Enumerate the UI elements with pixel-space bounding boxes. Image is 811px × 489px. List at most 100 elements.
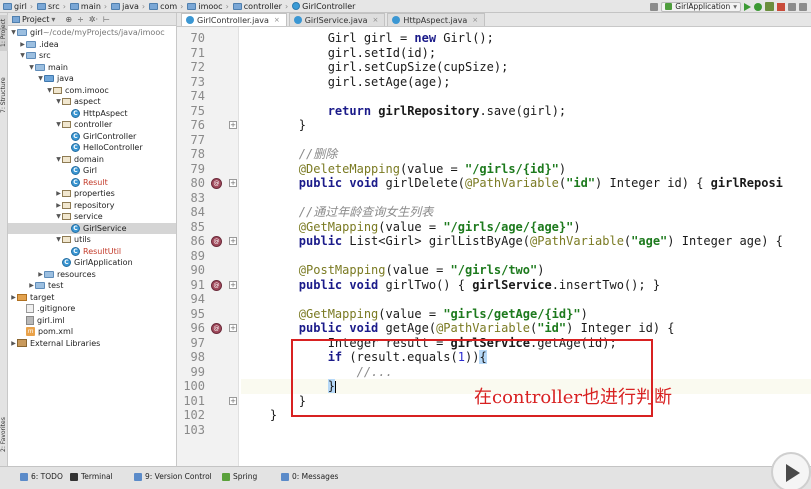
expand-arrow-icon[interactable]: ▼ bbox=[55, 121, 62, 128]
close-icon[interactable]: × bbox=[472, 16, 478, 24]
tree-item[interactable]: ▶ target bbox=[8, 292, 176, 304]
code-line[interactable]: } bbox=[241, 408, 277, 423]
code-line[interactable]: return girlRepository.save(girl); bbox=[241, 104, 566, 119]
settings-icon[interactable]: ✲· bbox=[89, 15, 98, 24]
gutter-line[interactable]: 77 bbox=[177, 133, 239, 148]
gutter-line[interactable]: 84 bbox=[177, 205, 239, 220]
tree-item[interactable]: C ResultUtil bbox=[8, 246, 176, 258]
gutter-line[interactable]: 100 bbox=[177, 379, 239, 394]
run-config-selector[interactable]: GirlApplication ▾ bbox=[661, 1, 741, 12]
stop-icon[interactable] bbox=[777, 2, 785, 11]
gutter-line[interactable]: 73 bbox=[177, 75, 239, 90]
tree-item[interactable]: ▶ .idea bbox=[8, 39, 176, 51]
expand-arrow-icon[interactable]: ▼ bbox=[37, 75, 44, 82]
code-line[interactable]: @GetMapping(value = "/girls/age/{age}") bbox=[241, 220, 581, 235]
expand-arrow-icon[interactable]: ▼ bbox=[55, 156, 62, 163]
collapse-arrow-icon[interactable]: ▶ bbox=[28, 282, 35, 289]
tree-item[interactable]: m pom.xml bbox=[8, 326, 176, 338]
breadcrumb-item[interactable]: java › bbox=[110, 2, 148, 11]
code-line[interactable]: @GetMapping(value = "girls/getAge/{id}") bbox=[241, 307, 588, 322]
structure-tool-tab[interactable]: 7: Structure bbox=[0, 73, 8, 117]
expand-arrow-icon[interactable]: ▼ bbox=[55, 213, 62, 220]
code-line[interactable]: girl.setCupSize(cupSize); bbox=[241, 60, 509, 75]
tree-item[interactable]: ▶ repository bbox=[8, 200, 176, 212]
editor-tab[interactable]: GirlService.java × bbox=[288, 13, 386, 26]
tree-item[interactable]: ▼ service bbox=[8, 211, 176, 223]
project-tool-tab[interactable]: 1: Project bbox=[0, 15, 8, 51]
gutter-line[interactable]: 90 bbox=[177, 263, 239, 278]
expand-arrow-icon[interactable]: ▼ bbox=[19, 52, 26, 59]
code-editor[interactable]: 70 71 72 73 74 75 76 +77 78 79 80 @ +83 84 85 86 @ +89 90 9… bbox=[177, 27, 811, 466]
code-line[interactable]: girl.setAge(age); bbox=[241, 75, 451, 90]
hide-panel-icon[interactable]: ⊢ bbox=[103, 15, 110, 24]
gutter-line[interactable]: 102 bbox=[177, 408, 239, 423]
collapse-all-icon[interactable]: ÷ bbox=[77, 15, 84, 24]
tree-item[interactable]: ▶ External Libraries bbox=[8, 338, 176, 350]
fold-icon[interactable]: + bbox=[229, 179, 237, 187]
close-icon[interactable]: × bbox=[274, 16, 280, 24]
code-line[interactable]: //删除 bbox=[241, 147, 337, 162]
fold-icon[interactable]: + bbox=[229, 121, 237, 129]
gutter-line[interactable]: 72 bbox=[177, 60, 239, 75]
tree-item[interactable]: ▶ resources bbox=[8, 269, 176, 281]
request-mapping-icon[interactable]: @ bbox=[211, 323, 222, 334]
run-icon[interactable] bbox=[744, 2, 751, 11]
tree-item[interactable]: ▼ com.imooc bbox=[8, 85, 176, 97]
bottom-tool-button[interactable]: Terminal bbox=[70, 472, 113, 481]
request-mapping-icon[interactable]: @ bbox=[211, 178, 222, 189]
code-line[interactable]: public void girlDelete(@PathVariable("id… bbox=[241, 176, 783, 191]
collapse-arrow-icon[interactable]: ▶ bbox=[10, 294, 17, 301]
gutter-line[interactable]: 99 bbox=[177, 365, 239, 380]
fold-icon[interactable]: + bbox=[229, 237, 237, 245]
expand-arrow-icon[interactable]: ▼ bbox=[55, 98, 62, 105]
gutter-line[interactable]: 103 bbox=[177, 423, 239, 438]
gutter-line[interactable]: 94 bbox=[177, 292, 239, 307]
tree-item[interactable]: C Result bbox=[8, 177, 176, 189]
expand-arrow-icon[interactable]: ▼ bbox=[10, 29, 17, 36]
code-line[interactable]: girl.setId(id); bbox=[241, 46, 436, 61]
breadcrumb-item[interactable]: imooc › bbox=[186, 2, 231, 11]
gutter-line[interactable]: 79 bbox=[177, 162, 239, 177]
expand-arrow-icon[interactable]: ▼ bbox=[46, 87, 53, 94]
collapse-arrow-icon[interactable]: ▶ bbox=[55, 190, 62, 197]
editor-tab[interactable]: HttpAspect.java × bbox=[387, 13, 486, 26]
expand-arrow-icon[interactable]: ▼ bbox=[55, 236, 62, 243]
tree-item[interactable]: C GirlController bbox=[8, 131, 176, 143]
gutter-line[interactable]: 80 @ + bbox=[177, 176, 239, 191]
tree-item[interactable]: C Girl bbox=[8, 165, 176, 177]
bottom-tool-button[interactable]: Spring bbox=[222, 472, 257, 481]
breadcrumb-item[interactable]: GirlController bbox=[291, 2, 355, 11]
collapse-arrow-icon[interactable]: ▶ bbox=[19, 41, 26, 48]
breadcrumb-item[interactable]: main › bbox=[69, 2, 110, 11]
tree-item[interactable]: C GirlApplication bbox=[8, 257, 176, 269]
code-line[interactable]: //通过年龄查询女生列表 bbox=[241, 205, 433, 220]
fold-icon[interactable]: + bbox=[229, 324, 237, 332]
tree-item[interactable]: .gitignore bbox=[8, 303, 176, 315]
tree-item[interactable]: girl.iml bbox=[8, 315, 176, 327]
gutter-line[interactable]: 75 bbox=[177, 104, 239, 119]
tree-item[interactable]: ▼ domain bbox=[8, 154, 176, 166]
code-line[interactable]: @DeleteMapping(value = "/girls/{id}") bbox=[241, 162, 566, 177]
editor-tab[interactable]: GirlController.java × bbox=[181, 13, 287, 26]
tree-item[interactable]: ▼ girl ~/code/myProjects/java/imooc bbox=[8, 27, 176, 39]
bottom-tool-button[interactable]: 0: Messages bbox=[281, 472, 338, 481]
collapse-arrow-icon[interactable]: ▶ bbox=[10, 340, 17, 347]
code-line[interactable]: public void girlTwo() { girlService.inse… bbox=[241, 278, 660, 293]
gutter-line[interactable]: 96 @ + bbox=[177, 321, 239, 336]
breadcrumb-item[interactable]: src › bbox=[36, 2, 69, 11]
tree-item[interactable]: C HelloController bbox=[8, 142, 176, 154]
code-line[interactable]: public List<Girl> girlListByAge(@PathVar… bbox=[241, 234, 783, 249]
request-mapping-icon[interactable]: @ bbox=[211, 279, 222, 291]
gutter-line[interactable]: 76 + bbox=[177, 118, 239, 133]
vcs-update-icon[interactable] bbox=[788, 2, 796, 11]
gutter-line[interactable]: 71 bbox=[177, 46, 239, 61]
search-everywhere-icon[interactable] bbox=[799, 2, 807, 11]
code-line[interactable]: } bbox=[241, 118, 306, 133]
gutter-line[interactable]: 97 bbox=[177, 336, 239, 351]
request-mapping-icon[interactable]: @ bbox=[211, 236, 222, 247]
fold-icon[interactable]: + bbox=[229, 396, 237, 405]
gutter-line[interactable]: 74 bbox=[177, 89, 239, 104]
gutter-line[interactable]: 83 bbox=[177, 191, 239, 206]
gutter-line[interactable]: 98 bbox=[177, 350, 239, 365]
code-line[interactable]: public void getAge(@PathVariable("id") I… bbox=[241, 321, 675, 336]
